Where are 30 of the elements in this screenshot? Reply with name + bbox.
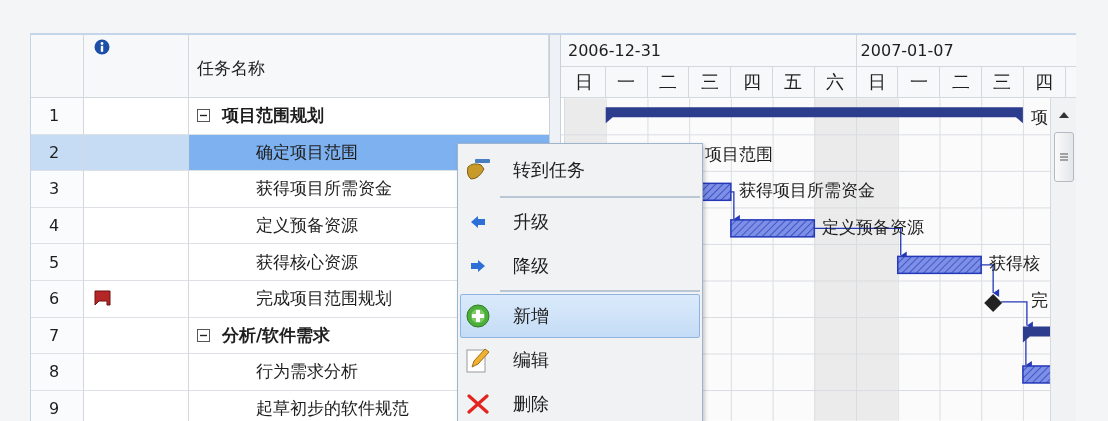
day-label: 日 — [867, 69, 886, 94]
day-label: 四 — [742, 69, 761, 94]
row-number[interactable]: 4 — [31, 207, 84, 245]
day-label: 三 — [993, 69, 1012, 94]
row-number[interactable]: 9 — [31, 390, 84, 421]
day-label: 一 — [909, 69, 928, 94]
day-label: 二 — [951, 69, 970, 94]
day-label: 五 — [784, 69, 803, 94]
bar-label: 完 — [1031, 289, 1049, 310]
row-number[interactable]: 6 — [31, 280, 84, 318]
bar-label: 获得核 — [989, 253, 1041, 274]
column-header[interactable]: 任务名称 — [197, 52, 265, 80]
row-number[interactable]: 2 — [31, 134, 84, 172]
day-label: 三 — [700, 69, 719, 94]
bar-label: 获得项目所需资金 — [738, 180, 875, 201]
menu-item[interactable]: 新增 — [460, 294, 700, 338]
day-label: 二 — [659, 69, 677, 94]
row-number[interactable]: 8 — [31, 354, 84, 391]
day-label: 一 — [617, 69, 636, 94]
row-number[interactable]: 5 — [31, 244, 84, 281]
row-number[interactable]: 1 — [31, 98, 84, 135]
day-label: 四 — [1035, 69, 1054, 94]
bar-label: 项 — [1030, 107, 1048, 128]
day-label: 日 — [575, 69, 594, 94]
week-label: 2007-01-07 — [860, 40, 954, 60]
bar-label: 项目范围 — [705, 143, 774, 164]
row-number[interactable]: 3 — [31, 171, 84, 208]
week-label: 2006-12-31 — [568, 40, 661, 60]
row-number[interactable]: 7 — [31, 317, 84, 355]
day-label: 六 — [826, 69, 845, 94]
